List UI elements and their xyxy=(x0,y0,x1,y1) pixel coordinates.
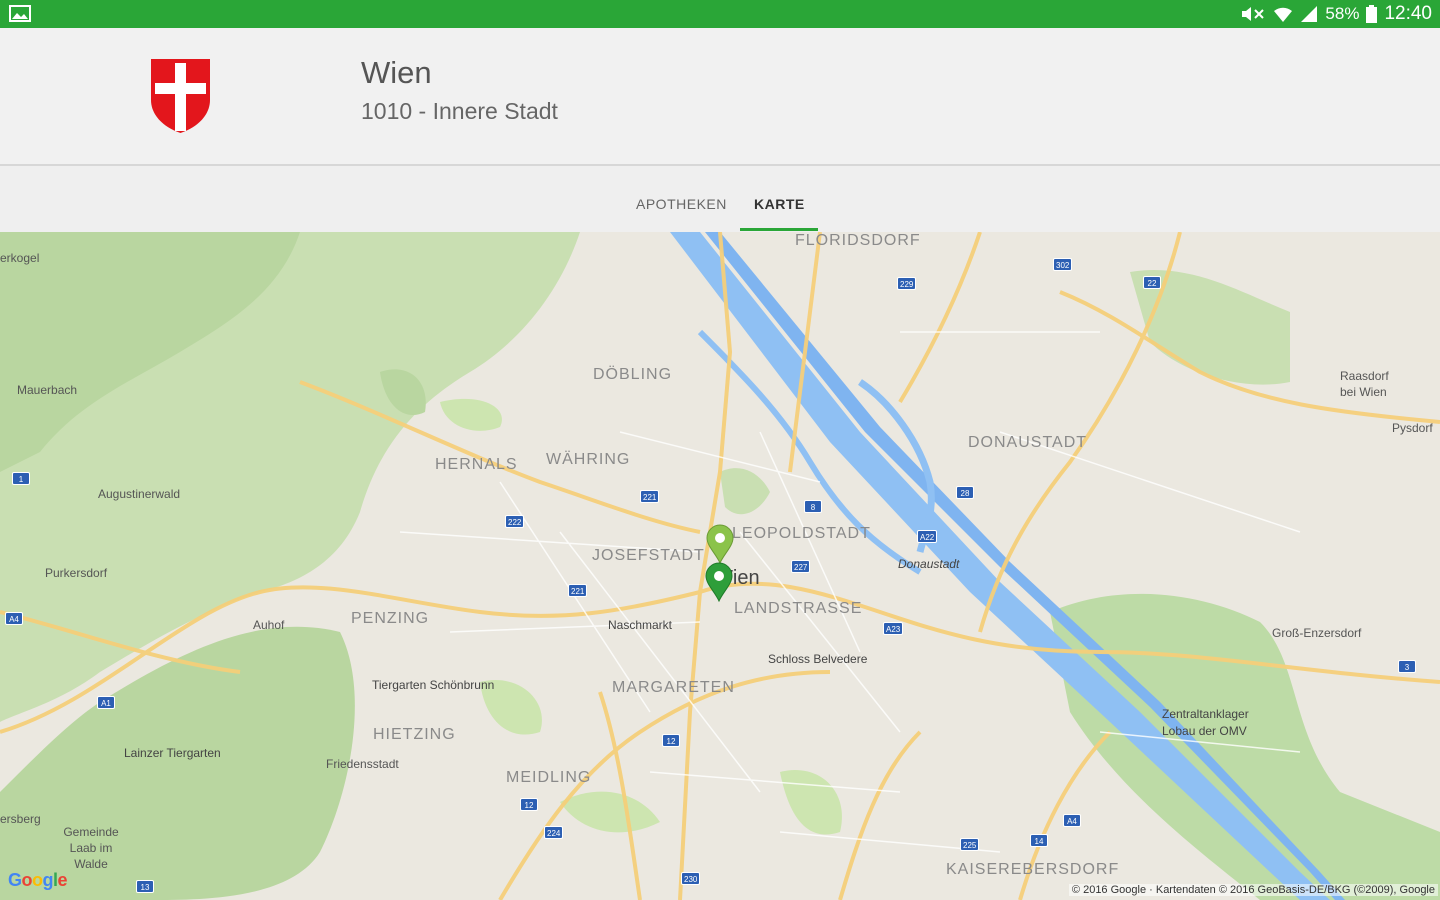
district-label: KAISEREBERSDORF xyxy=(946,861,1120,878)
highway-shield: A1 xyxy=(97,696,115,709)
wifi-icon xyxy=(1274,7,1293,22)
highway-shield: A23 xyxy=(883,622,904,635)
battery-percent: 58% xyxy=(1325,4,1360,23)
highway-shield: 222 xyxy=(505,515,525,528)
mute-icon xyxy=(1242,7,1265,21)
place-label: Groß-Enzersdorf xyxy=(1272,626,1362,640)
place-label: Gemeinde Laab im Walde xyxy=(63,825,119,871)
poi-label: Naschmarkt xyxy=(608,618,673,632)
highway-shield: A4 xyxy=(5,612,23,625)
highway-shield: 3 xyxy=(1398,660,1416,673)
highway-shield: A4 xyxy=(1063,814,1081,827)
highway-shield: 302 xyxy=(1053,258,1073,271)
place-label: Donaustadt xyxy=(898,557,960,571)
poi-label: Tiergarten Schönbrunn xyxy=(372,678,495,692)
battery-icon xyxy=(1366,5,1378,23)
district-label: PENZING xyxy=(351,610,430,627)
highway-shield: 14 xyxy=(1030,834,1048,847)
place-label: Augustinerwald xyxy=(98,487,181,501)
district-label: MARGARETEN xyxy=(612,679,735,696)
status-bar: 58% 12:40 xyxy=(0,0,1440,28)
place-label: Friedensstadt xyxy=(326,757,399,771)
place-label: Lainzer Tiergarten xyxy=(124,746,221,760)
gallery-icon xyxy=(9,5,31,22)
map-marker-pharmacy[interactable] xyxy=(706,524,734,564)
highway-shield: 12 xyxy=(662,734,680,747)
page-title: Wien xyxy=(361,55,432,90)
district-label: MEIDLING xyxy=(506,769,592,786)
highway-shield: 224 xyxy=(544,826,564,839)
poi-label: Schloss Belvedere xyxy=(768,652,868,666)
highway-shield: A22 xyxy=(917,530,938,543)
district-label: DONAUSTADT xyxy=(968,434,1088,451)
highway-shield: 230 xyxy=(681,872,701,885)
highway-shield: 8 xyxy=(804,500,822,513)
clock: 12:40 xyxy=(1384,3,1432,24)
district-label: LANDSTRASSE xyxy=(734,600,863,617)
map-marker-pharmacy[interactable] xyxy=(705,562,733,602)
place-label: Raasdorf bei Wien xyxy=(1340,369,1389,399)
highway-shield: 12 xyxy=(520,798,538,811)
google-logo: Google xyxy=(8,870,68,890)
place-label: Pysdorf xyxy=(1392,421,1433,435)
highway-shield: 22 xyxy=(1143,276,1161,289)
highway-shield: 13 xyxy=(136,880,154,893)
place-label: Auhof xyxy=(253,618,285,632)
district-label: HERNALS xyxy=(435,456,518,473)
place-label: Purkersdorf xyxy=(45,566,108,580)
district-label: HIETZING xyxy=(373,726,456,743)
district-label: FLORIDSDORF xyxy=(795,232,921,249)
poi-label: Zentraltanklager Lobau der OMV xyxy=(1162,707,1249,738)
district-label: DÖBLING xyxy=(593,366,673,383)
tab-indicator xyxy=(740,228,818,231)
place-label: erkogel xyxy=(0,251,40,265)
vienna-crest-logo xyxy=(151,59,210,133)
tab-bar: APOTHEKEN KARTE xyxy=(0,168,1440,232)
tab-apotheken[interactable]: APOTHEKEN xyxy=(636,196,727,212)
district-label: WÄHRING xyxy=(546,451,631,468)
place-label: ersberg xyxy=(0,812,41,826)
highway-shield: 1 xyxy=(12,472,30,485)
map-copyright[interactable]: © 2016 Google · Kartendaten © 2016 GeoBa… xyxy=(1068,884,1438,896)
map-view[interactable]: FLORIDSDORF DÖBLING HERNALS WÄHRING DONA… xyxy=(0,232,1440,900)
district-label: JOSEFSTADT xyxy=(592,547,705,564)
highway-shield: 229 xyxy=(897,277,917,290)
tab-karte[interactable]: KARTE xyxy=(754,196,805,212)
place-label: Mauerbach xyxy=(17,383,78,397)
highway-shield: 28 xyxy=(956,486,974,499)
highway-shield: 225 xyxy=(960,838,980,851)
district-label: LEOPOLDSTADT xyxy=(732,525,871,542)
header: Wien 1010 - Innere Stadt xyxy=(0,28,1440,166)
signal-icon xyxy=(1301,6,1318,22)
highway-shield: 227 xyxy=(791,560,811,573)
highway-shield: 221 xyxy=(568,584,588,597)
highway-shield: 221 xyxy=(640,490,660,503)
page-subtitle: 1010 - Innere Stadt xyxy=(361,98,558,124)
